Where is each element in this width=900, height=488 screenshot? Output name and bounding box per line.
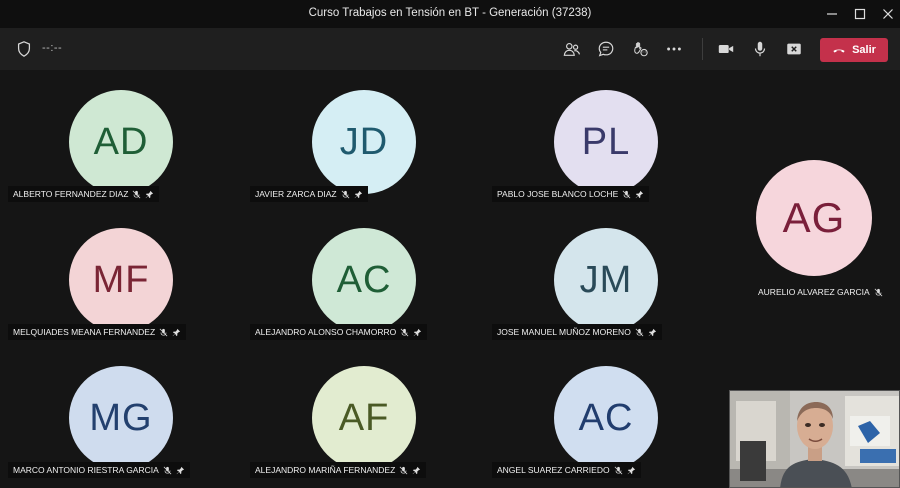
reactions-icon [634, 42, 648, 57]
shield-icon[interactable] [12, 37, 36, 61]
avatar: JD [312, 90, 416, 194]
participant-name: MARCO ANTONIO RIESTRA GARCIA [13, 465, 159, 475]
mic-off-icon [133, 190, 141, 198]
participant-tile[interactable]: AC ANGEL SUAREZ CARRIEDO [492, 361, 732, 488]
more-icon [667, 47, 681, 51]
minimize-button[interactable] [817, 0, 847, 28]
participant-nametag: ANGEL SUAREZ CARRIEDO [492, 462, 641, 478]
avatar: AC [554, 366, 658, 470]
participant-tile[interactable]: MG MARCO ANTONIO RIESTRA GARCIA [8, 361, 248, 488]
mic-off-icon [163, 466, 172, 474]
camera-icon [718, 44, 734, 54]
pin-icon [354, 190, 362, 198]
pin-icon [648, 328, 656, 336]
maximize-button[interactable] [845, 0, 875, 28]
avatar: MG [69, 366, 173, 470]
mic-off-icon [614, 466, 622, 474]
mic-off-icon [874, 288, 883, 296]
participant-nametag: ALBERTO FERNANDEZ DIAZ [8, 186, 160, 202]
share-icon [787, 43, 801, 55]
avatar: AG [756, 160, 872, 276]
participant-nametag: PABLO JOSE BLANCO LOCHE [492, 186, 650, 202]
participant-tile[interactable]: AD ALBERTO FERNANDEZ DIAZ [8, 85, 248, 219]
title-bar: Curso Trabajos en Tensión en BT - Genera… [0, 0, 900, 28]
mic-off-icon [635, 328, 644, 336]
avatar: JM [554, 228, 658, 332]
pin-icon [176, 466, 184, 474]
more-options-button[interactable] [662, 37, 686, 61]
participant-tile[interactable]: AC ALEJANDRO ALONSO CHAMORRO [250, 223, 490, 357]
participant-tile[interactable]: JD JAVIER ZARCA DIAZ [250, 85, 490, 219]
close-window-button[interactable] [873, 0, 900, 28]
meeting-timer: --:-- [42, 42, 63, 54]
self-video-image [730, 391, 899, 487]
participant-nametag: ALEJANDRO MARIÑA FERNANDEZ [250, 462, 427, 478]
avatar: MF [69, 228, 173, 332]
leave-label: Salir [852, 44, 876, 56]
maximize-icon [854, 8, 866, 20]
pin-icon [413, 328, 422, 336]
microphone-icon [754, 41, 766, 57]
participant-name: ANGEL SUAREZ CARRIEDO [497, 465, 610, 475]
participant-nametag: JOSE MANUEL MUÑOZ MORENO [492, 324, 662, 340]
avatar: AC [312, 228, 416, 332]
participant-name: MELQUIADES MEANA FERNANDEZ [13, 327, 156, 337]
chat-icon [598, 41, 614, 57]
microphone-button[interactable] [748, 37, 772, 61]
pin-icon [627, 466, 635, 474]
pin-icon [172, 328, 181, 336]
leave-button[interactable]: Salir [820, 38, 888, 62]
participant-nametag: JAVIER ZARCA DIAZ [250, 186, 368, 202]
pin-icon [146, 190, 154, 198]
participant-tile[interactable]: AF ALEJANDRO MARIÑA FERNANDEZ [250, 361, 490, 488]
hang-up-icon [833, 49, 845, 53]
chat-button[interactable] [594, 37, 618, 61]
minimize-icon [827, 13, 837, 15]
mic-off-icon [159, 328, 168, 336]
camera-button[interactable] [714, 37, 738, 61]
meeting-toolbar: --:-- Salir [0, 28, 900, 70]
participant-nametag: MELQUIADES MEANA FERNANDEZ [8, 324, 187, 340]
mic-off-icon [341, 190, 349, 198]
participant-name: ALEJANDRO MARIÑA FERNANDEZ [255, 465, 396, 475]
participants-button[interactable] [560, 37, 584, 61]
participant-name: ALEJANDRO ALONSO CHAMORRO [255, 327, 397, 337]
self-video-preview[interactable] [729, 390, 900, 488]
participant-tile[interactable]: PL PABLO JOSE BLANCO LOCHE [492, 85, 732, 219]
avatar: PL [554, 90, 658, 194]
participant-tile[interactable]: AG AURELIO ALVAREZ GARCIA [750, 158, 890, 300]
avatar: AF [312, 366, 416, 470]
reactions-button[interactable] [628, 37, 652, 61]
participant-tile[interactable]: MF MELQUIADES MEANA FERNANDEZ [8, 223, 248, 357]
participant-name: JAVIER ZARCA DIAZ [255, 189, 337, 199]
pin-icon [635, 190, 644, 198]
toolbar-divider [702, 38, 703, 60]
participant-name: PABLO JOSE BLANCO LOCHE [497, 189, 619, 199]
share-button[interactable] [782, 37, 806, 61]
participant-name: JOSE MANUEL MUÑOZ MORENO [497, 327, 631, 337]
participant-tile[interactable]: JM JOSE MANUEL MUÑOZ MORENO [492, 223, 732, 357]
close-icon [883, 9, 893, 19]
window-title: Curso Trabajos en Tensión en BT - Genera… [308, 7, 592, 19]
participant-name: AURELIO ALVAREZ GARCIA [758, 287, 870, 297]
participant-nametag: AURELIO ALVAREZ GARCIA [753, 284, 888, 300]
mic-off-icon [622, 190, 631, 198]
mic-off-icon [400, 328, 409, 336]
participant-nametag: ALEJANDRO ALONSO CHAMORRO [250, 324, 428, 340]
avatar: AD [69, 90, 173, 194]
participant-nametag: MARCO ANTONIO RIESTRA GARCIA [8, 462, 190, 478]
pin-icon [413, 466, 421, 474]
mic-off-icon [399, 466, 408, 474]
participants-icon [563, 43, 581, 56]
participant-name: ALBERTO FERNANDEZ DIAZ [13, 189, 129, 199]
